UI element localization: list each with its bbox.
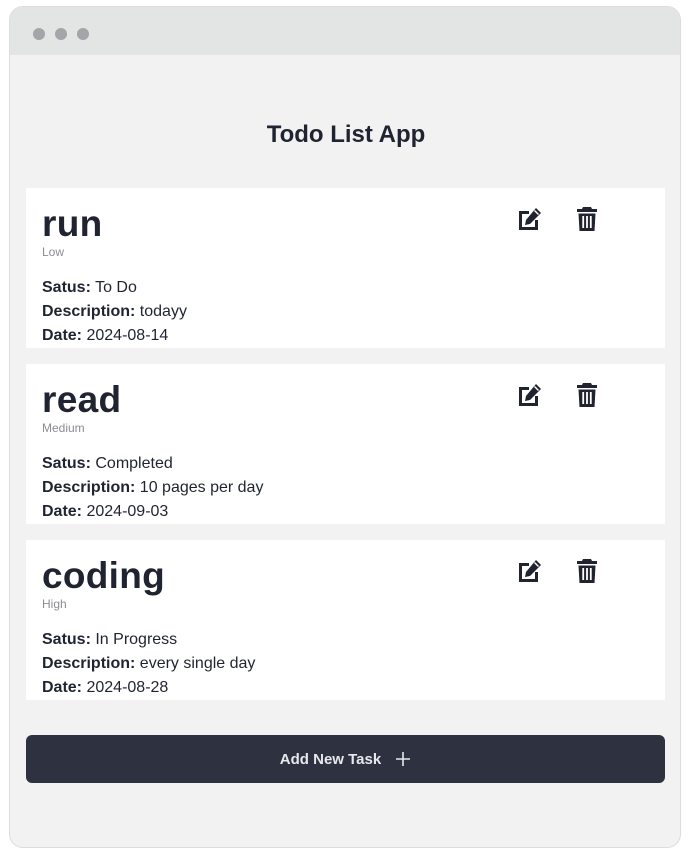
trash-icon [577, 207, 597, 231]
task-card: read Medium Satus: Completed Description… [26, 364, 665, 524]
trash-icon [577, 559, 597, 583]
plus-icon [395, 751, 411, 767]
delete-button[interactable] [572, 556, 602, 586]
description-value: every single day [139, 655, 256, 672]
description-label: Description: [42, 303, 136, 320]
task-status: Satus: Completed [42, 454, 173, 474]
status-label: Satus: [42, 279, 91, 296]
edit-icon [518, 560, 541, 582]
task-date: Date: 2024-08-28 [42, 678, 168, 698]
add-new-task-label: Add New Task [279, 750, 382, 768]
delete-button[interactable] [572, 380, 602, 410]
edit-button[interactable] [514, 380, 544, 410]
window-dot-maximize[interactable] [77, 28, 89, 40]
date-value: 2024-08-28 [86, 679, 169, 696]
edit-icon [518, 384, 541, 406]
description-value: 10 pages per day [139, 479, 264, 496]
task-status: Satus: In Progress [42, 630, 177, 650]
edit-button[interactable] [514, 204, 544, 234]
task-priority: High [42, 597, 67, 611]
app-window: Todo List App run Low Satus: To Do Descr… [9, 6, 681, 848]
date-value: 2024-08-14 [86, 327, 169, 344]
task-date: Date: 2024-08-14 [42, 326, 168, 346]
task-description: Description: todayy [42, 302, 187, 322]
date-value: 2024-09-03 [86, 503, 169, 520]
task-card: coding High Satus: In Progress Descripti… [26, 540, 665, 700]
edit-button[interactable] [514, 556, 544, 586]
status-value: Completed [95, 455, 173, 472]
task-description: Description: every single day [42, 654, 255, 674]
window-titlebar [10, 7, 680, 55]
status-value: In Progress [95, 631, 178, 648]
task-title: run [42, 203, 103, 244]
task-title: coding [42, 555, 166, 596]
description-label: Description: [42, 655, 136, 672]
page-title: Todo List App [266, 121, 426, 148]
task-description: Description: 10 pages per day [42, 478, 263, 498]
status-value: To Do [95, 279, 137, 296]
task-status: Satus: To Do [42, 278, 137, 298]
status-label: Satus: [42, 455, 91, 472]
task-title: read [42, 379, 122, 420]
date-label: Date: [42, 327, 83, 344]
task-card: run Low Satus: To Do Description: todayy… [26, 188, 665, 348]
description-label: Description: [42, 479, 136, 496]
delete-button[interactable] [572, 204, 602, 234]
window-dot-minimize[interactable] [55, 28, 67, 40]
task-priority: Low [42, 245, 65, 259]
description-value: todayy [139, 303, 187, 320]
status-label: Satus: [42, 631, 91, 648]
date-label: Date: [42, 503, 83, 520]
trash-icon [577, 383, 597, 407]
edit-icon [518, 208, 541, 230]
add-new-task-button[interactable]: Add New Task [26, 735, 665, 783]
window-dot-close[interactable] [33, 28, 45, 40]
date-label: Date: [42, 679, 83, 696]
task-date: Date: 2024-09-03 [42, 502, 168, 522]
task-priority: Medium [42, 421, 85, 435]
